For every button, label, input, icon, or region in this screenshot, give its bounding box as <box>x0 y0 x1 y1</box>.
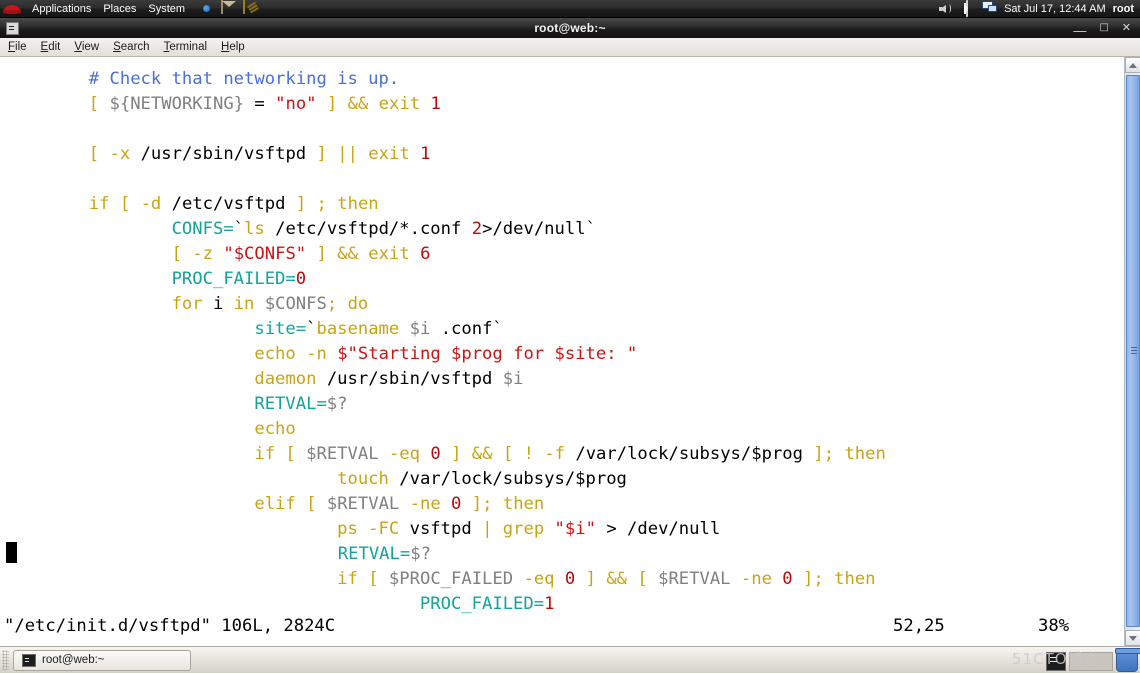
panel-menu-system[interactable]: System <box>148 3 185 15</box>
panel-menu-group: Applications Places System <box>0 2 185 16</box>
menu-search[interactable]: Search <box>113 41 149 53</box>
scrollbar-grip <box>1131 347 1137 355</box>
bluetooth-icon[interactable] <box>960 1 975 16</box>
scroll-down-icon[interactable] <box>1125 630 1140 646</box>
maximize-button[interactable]: □ <box>1099 23 1108 33</box>
code-line: for i in $CONFS; do <box>6 292 1124 317</box>
window-controls: — □ ✕ <box>1073 23 1140 33</box>
menu-help[interactable]: Help <box>221 41 245 53</box>
taskbar-window-label: root@web:~ <box>42 654 105 666</box>
code-line: CONFS=`ls /etc/vsftpd/*.conf 2>/dev/null… <box>6 217 1124 242</box>
terminal-screen[interactable]: # Check that networking is up. [ ${NETWO… <box>0 57 1140 646</box>
code-line: # Check that networking is up. <box>6 67 1124 92</box>
panel-status-area: Sat Jul 17, 12:44 AM root <box>938 1 1140 16</box>
panel-menu-places[interactable]: Places <box>103 3 136 15</box>
menu-view[interactable]: View <box>74 41 99 53</box>
vim-buffer[interactable]: # Check that networking is up. [ ${NETWO… <box>0 57 1124 609</box>
code-line: if [ $RETVAL -eq 0 ] && [ ! -f /var/lock… <box>6 442 1124 467</box>
code-line: RETVAL=$? <box>6 542 1124 567</box>
menu-terminal[interactable]: Terminal <box>164 41 207 53</box>
menubar: File Edit View Search Terminal Help <box>0 38 1140 57</box>
trash-icon[interactable] <box>1116 650 1138 672</box>
minimize-button[interactable]: — <box>1073 26 1086 36</box>
taskbar-tray <box>1046 647 1140 674</box>
network-icon[interactable] <box>982 1 997 16</box>
code-line <box>6 117 1124 142</box>
menu-edit[interactable]: Edit <box>41 41 61 53</box>
close-button[interactable]: ✕ <box>1122 23 1131 33</box>
window-title: root@web:~ <box>0 21 1140 35</box>
redhat-logo-icon[interactable] <box>4 2 20 16</box>
terminal-scrollbar[interactable] <box>1124 57 1140 646</box>
code-line: site=`basename $i .conf` <box>6 317 1124 342</box>
window-titlebar[interactable]: root@web:~ — □ ✕ <box>0 18 1140 38</box>
panel-launchers <box>199 1 259 17</box>
code-line: PROC_FAILED=0 <box>6 267 1124 292</box>
firefox-icon[interactable] <box>199 1 215 17</box>
terminal-tray-icon[interactable] <box>1046 652 1066 671</box>
code-line: [ -z "$CONFS" ] && exit 6 <box>6 242 1124 267</box>
code-line: echo <box>6 417 1124 442</box>
mail-icon[interactable] <box>221 1 237 17</box>
code-line <box>6 167 1124 192</box>
notepad-icon[interactable] <box>243 1 259 17</box>
code-line: elif [ $RETVAL -ne 0 ]; then <box>6 492 1124 517</box>
code-line: daemon /usr/sbin/vsftpd $i <box>6 367 1124 392</box>
panel-menu-applications[interactable]: Applications <box>32 3 91 15</box>
statusline-position: 52,25 <box>893 616 945 636</box>
code-line: [ -x /usr/sbin/vsftpd ] || exit 1 <box>6 142 1124 167</box>
taskbar: root@web:~ <box>0 646 1140 673</box>
panel-clock[interactable]: Sat Jul 17, 12:44 AM <box>1004 3 1106 15</box>
statusline-file: "/etc/init.d/vsftpd" 106L, 2824C <box>0 616 335 636</box>
menu-file[interactable]: File <box>8 41 27 53</box>
taskbar-window-button[interactable]: root@web:~ <box>13 650 191 671</box>
code-line: [ ${NETWORKING} = "no" ] && exit 1 <box>6 92 1124 117</box>
code-line: echo -n $"Starting $prog for $site: " <box>6 342 1124 367</box>
statusline-percent: 38% <box>1038 616 1069 636</box>
code-line: touch /var/lock/subsys/$prog <box>6 467 1124 492</box>
taskbar-drag-handle[interactable] <box>2 650 9 670</box>
code-line: if [ $PROC_FAILED -eq 0 ] && [ $RETVAL -… <box>6 567 1124 592</box>
code-line: ps -FC vsftpd | grep "$i" > /dev/null <box>6 517 1124 542</box>
code-line: if [ -d /etc/vsftpd ] ; then <box>6 192 1124 217</box>
top-panel: Applications Places System Sat Jul 17, 1… <box>0 0 1140 18</box>
code-line: RETVAL=$? <box>6 392 1124 417</box>
scrollbar-thumb[interactable] <box>1126 75 1140 627</box>
vim-statusline: "/etc/init.d/vsftpd" 106L, 2824C 52,25 3… <box>0 613 1124 639</box>
blank-tray-item[interactable] <box>1069 652 1113 671</box>
terminal-window: root@web:~ — □ ✕ File Edit View Search T… <box>0 18 1140 646</box>
text-cursor <box>6 542 17 563</box>
terminal-icon <box>22 654 36 667</box>
volume-icon[interactable] <box>938 1 953 16</box>
scroll-up-icon[interactable] <box>1125 57 1140 73</box>
panel-user[interactable]: root <box>1113 3 1134 15</box>
